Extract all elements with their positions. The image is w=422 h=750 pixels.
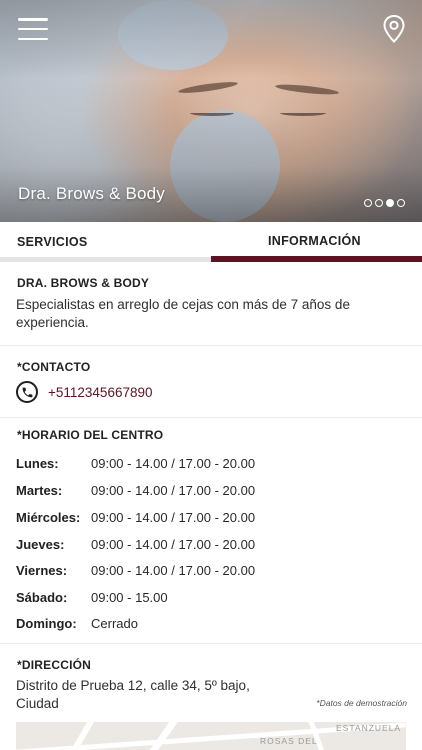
hours-title: *HORARIO DEL CENTRO xyxy=(17,428,164,442)
carousel-dot[interactable] xyxy=(375,199,383,207)
phone-icon xyxy=(16,381,38,403)
demo-note: *Datos de demostración xyxy=(316,698,407,708)
hours-day: Domingo: xyxy=(16,616,77,631)
phone-link[interactable]: +5112345667890 xyxy=(16,379,153,405)
about-title: DRA. BROWS & BODY xyxy=(17,276,150,290)
carousel-dot-active[interactable] xyxy=(386,199,394,207)
tab-informacion[interactable]: INFORMACIÓN xyxy=(211,222,422,262)
hours-day: Viernes: xyxy=(16,563,68,578)
address-title: *DIRECCIÓN xyxy=(17,658,92,672)
hours-time: 09:00 - 14.00 / 17.00 - 20.00 xyxy=(91,456,256,471)
hours-day: Jueves: xyxy=(16,537,65,552)
phone-number: +5112345667890 xyxy=(48,384,153,400)
map-pin-icon[interactable] xyxy=(382,14,406,44)
hero-title: Dra. Brows & Body xyxy=(18,184,166,203)
hours-time: 09:00 - 14.00 / 17.00 - 20.00 xyxy=(91,537,256,552)
tab-servicios[interactable]: SERVICIOS xyxy=(0,222,211,262)
address-text: Distrito de Prueba 12, calle 34, 5º bajo… xyxy=(16,678,250,711)
hours-time: 09:00 - 14.00 / 17.00 - 20.00 xyxy=(91,563,256,578)
app-screen: Dra. Brows & Body SERVICIOS INFORMACIÓN … xyxy=(0,0,422,750)
carousel-dot[interactable] xyxy=(397,199,405,207)
hours-time: 09:00 - 14.00 / 17.00 - 20.00 xyxy=(91,483,256,498)
hours-day: Martes: xyxy=(16,483,63,498)
about-description: Especialistas en arreglo de cejas con má… xyxy=(16,297,350,330)
address-map[interactable]: ROSAS DEL ESTANZUELA xyxy=(16,722,406,750)
tab-label: SERVICIOS xyxy=(17,235,88,249)
map-road xyxy=(139,722,180,750)
hours-section xyxy=(0,418,422,644)
hours-time: 09:00 - 15.00 xyxy=(91,590,168,605)
hours-day: Lunes: xyxy=(16,456,59,471)
tab-bar: SERVICIOS INFORMACIÓN xyxy=(0,222,422,262)
hours-day: Sábado: xyxy=(16,590,68,605)
hours-day: Miércoles: xyxy=(16,510,81,525)
contact-title: *CONTACTO xyxy=(17,360,91,374)
hours-time: Cerrado xyxy=(91,616,138,631)
hero-image[interactable]: Dra. Brows & Body xyxy=(0,0,422,222)
hamburger-menu-icon[interactable] xyxy=(18,18,48,40)
hours-time: 09:00 - 14.00 / 17.00 - 20.00 xyxy=(91,510,256,525)
carousel-dots xyxy=(364,199,405,207)
map-label: ESTANZUELA xyxy=(336,723,402,733)
tab-label: INFORMACIÓN xyxy=(268,234,361,248)
map-label: ROSAS DEL xyxy=(260,736,318,746)
carousel-dot[interactable] xyxy=(364,199,372,207)
